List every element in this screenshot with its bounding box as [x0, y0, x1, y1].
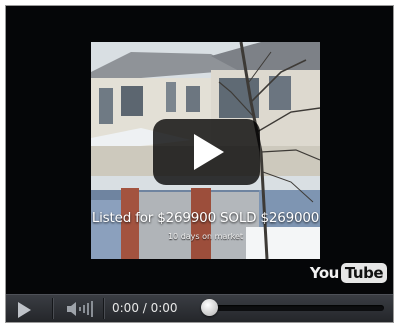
control-divider	[103, 298, 104, 319]
control-bar: 0:00 / 0:00	[6, 294, 393, 322]
time-display: 0:00 / 0:00	[112, 301, 178, 315]
video-player: Listed for $269900 SOLD $269000 10 days …	[5, 5, 394, 323]
big-play-button[interactable]	[153, 119, 260, 185]
progress-scrubber-handle[interactable]	[201, 299, 218, 316]
video-area[interactable]: Listed for $269900 SOLD $269000 10 days …	[6, 6, 393, 294]
control-divider	[52, 298, 53, 319]
youtube-logo[interactable]: You Tube	[310, 262, 387, 284]
play-button[interactable]	[18, 302, 31, 318]
youtube-logo-tube: Tube	[340, 263, 387, 283]
volume-icon	[67, 301, 93, 317]
listing-subline: 10 days on market	[167, 232, 244, 241]
video-thumbnail[interactable]: Listed for $269900 SOLD $269000 10 days …	[91, 42, 320, 259]
listing-headline: Listed for $269900 SOLD $269000	[91, 210, 320, 226]
progress-track[interactable]	[202, 305, 384, 311]
volume-button[interactable]	[66, 301, 96, 321]
play-icon	[194, 134, 224, 170]
youtube-logo-you: You	[309, 264, 339, 282]
